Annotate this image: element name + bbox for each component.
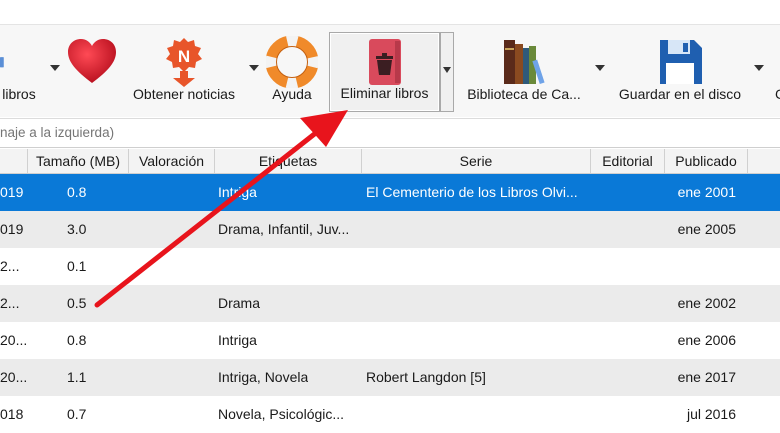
column-tags[interactable]: Etiquetas bbox=[215, 149, 362, 173]
save-to-disk-button[interactable]: Guardar en el disco bbox=[610, 32, 750, 112]
cell-date: 2... bbox=[0, 295, 20, 311]
cell-date: 20... bbox=[0, 332, 28, 348]
calibre-library-button[interactable]: Biblioteca de Ca... bbox=[458, 32, 590, 112]
cell-published: ene 2006 bbox=[677, 332, 736, 348]
column-rating[interactable]: Valoración bbox=[129, 149, 215, 173]
calibre-library-dropdown[interactable] bbox=[595, 65, 605, 73]
cell-size: 0.8 bbox=[67, 184, 87, 200]
add-books-label: libros bbox=[2, 86, 36, 102]
cell-tags: Drama, Infantil, Juv... bbox=[218, 221, 350, 237]
add-books-dropdown[interactable] bbox=[50, 65, 60, 73]
cell-size: 0.7 bbox=[67, 406, 87, 422]
connect-share-label: C bbox=[775, 86, 780, 102]
search-bar[interactable] bbox=[0, 118, 780, 148]
connect-share-button[interactable]: C bbox=[770, 32, 780, 112]
cell-date: 2... bbox=[0, 258, 20, 274]
column-series[interactable]: Serie bbox=[362, 149, 591, 173]
cell-published: ene 2001 bbox=[677, 184, 736, 200]
cell-date: 019 bbox=[0, 184, 24, 200]
cell-published: ene 2002 bbox=[677, 295, 736, 311]
delete-books-icon bbox=[368, 39, 401, 85]
fetch-news-button[interactable]: N Obtener noticias bbox=[124, 32, 244, 112]
cell-published bbox=[668, 248, 736, 285]
add-books-button[interactable]: libros bbox=[0, 32, 48, 112]
news-icon: N bbox=[166, 38, 202, 87]
main-toolbar: libros N Obtener noticias Ayuda Eliminar… bbox=[0, 25, 780, 117]
cell-tags: Intriga, Novela bbox=[218, 369, 309, 385]
cell-size: 3.0 bbox=[67, 221, 87, 237]
column-published[interactable]: Publicado bbox=[665, 149, 748, 173]
table-row[interactable]: 20... 1.1 Intriga, Novela Robert Langdon… bbox=[0, 359, 780, 396]
save-to-disk-dropdown[interactable] bbox=[754, 65, 764, 73]
svg-text:N: N bbox=[178, 47, 190, 66]
heart-icon bbox=[68, 39, 116, 83]
cell-tags: Novela, Psicológic... bbox=[218, 406, 345, 422]
cell-size: 0.5 bbox=[67, 295, 87, 311]
cell-tags: Intriga bbox=[218, 332, 257, 348]
column-date[interactable] bbox=[0, 149, 28, 173]
add-books-icon bbox=[0, 57, 4, 68]
cell-published: ene 2017 bbox=[677, 369, 736, 385]
save-disk-icon bbox=[660, 40, 702, 84]
library-icon bbox=[504, 40, 545, 85]
table-row[interactable]: 2... 0.1 bbox=[0, 248, 780, 285]
table-row[interactable]: 019 3.0 Drama, Infantil, Juv... ene 2005 bbox=[0, 211, 780, 248]
cell-size: 0.1 bbox=[67, 258, 87, 274]
cell-published: jul 2016 bbox=[686, 406, 736, 422]
window-top-strip bbox=[0, 0, 780, 25]
cell-series: El Cementerio de los Libros Olvi... bbox=[366, 184, 578, 200]
lifebuoy-icon bbox=[266, 36, 318, 88]
cell-date: 20... bbox=[0, 369, 28, 385]
delete-books-button[interactable]: Eliminar libros bbox=[329, 32, 440, 112]
table-row[interactable]: 20... 0.8 Intriga ene 2006 bbox=[0, 322, 780, 359]
save-to-disk-label: Guardar en el disco bbox=[618, 86, 742, 102]
fetch-news-label: Obtener noticias bbox=[133, 86, 235, 102]
fetch-news-dropdown[interactable] bbox=[249, 65, 259, 73]
search-input[interactable] bbox=[0, 119, 760, 145]
book-list-table: Tamaño (MB) Valoración Etiquetas Serie E… bbox=[0, 149, 780, 433]
heart-button[interactable] bbox=[62, 32, 122, 112]
column-size[interactable]: Tamaño (MB) bbox=[28, 149, 129, 173]
cell-tags: Drama bbox=[218, 295, 261, 311]
table-row[interactable]: 019 0.8 Intriga El Cementerio de los Lib… bbox=[0, 174, 780, 211]
delete-books-dropdown[interactable] bbox=[440, 32, 454, 112]
cell-size: 1.1 bbox=[67, 369, 87, 385]
cell-date: 019 bbox=[0, 221, 24, 237]
cell-series: Robert Langdon [5] bbox=[366, 369, 486, 385]
cell-tags: Intriga bbox=[218, 184, 257, 200]
calibre-library-label: Biblioteca de Ca... bbox=[467, 86, 581, 102]
help-label: Ayuda bbox=[272, 86, 312, 102]
table-row[interactable]: 018 0.7 Novela, Psicológic... jul 2016 bbox=[0, 396, 780, 433]
column-publisher[interactable]: Editorial bbox=[591, 149, 665, 173]
cell-published: ene 2005 bbox=[677, 221, 736, 237]
cell-size: 0.8 bbox=[67, 332, 87, 348]
table-row[interactable]: 2... 0.5 Drama ene 2002 bbox=[0, 285, 780, 322]
table-header: Tamaño (MB) Valoración Etiquetas Serie E… bbox=[0, 149, 780, 174]
cell-date: 018 bbox=[0, 406, 24, 422]
help-button[interactable]: Ayuda bbox=[262, 32, 322, 112]
